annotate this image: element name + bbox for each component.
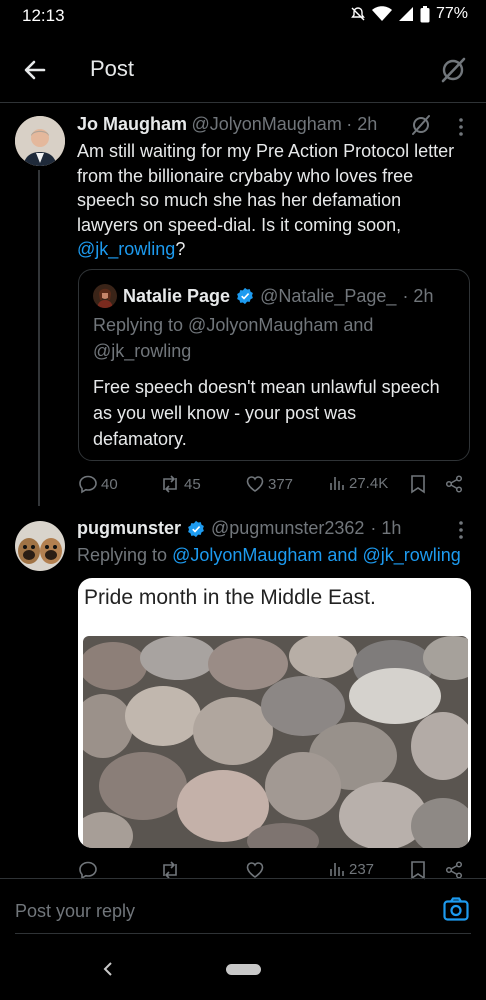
like-button[interactable]: 377 — [245, 474, 293, 494]
battery-icon — [420, 5, 430, 23]
repost-icon — [163, 861, 177, 879]
arrow-left-icon — [24, 60, 46, 80]
repost-button[interactable]: 45 — [159, 474, 201, 494]
tweet-text: Am still waiting for my Pre Action Proto… — [77, 139, 467, 262]
status-bar: 12:13 77% — [0, 0, 486, 32]
page-title: Post — [90, 56, 135, 81]
share-icon — [445, 861, 463, 879]
share-icon — [445, 475, 463, 493]
reply-input[interactable]: Post your reply — [15, 901, 135, 922]
views-button[interactable]: 27.4K — [328, 474, 388, 492]
camera-icon — [443, 897, 469, 921]
bookmark-icon — [411, 475, 425, 494]
replying-to-label: Replying to — [77, 545, 168, 565]
camera-button[interactable] — [442, 895, 470, 923]
thread-line — [38, 170, 40, 506]
quoted-tweet-text: Free speech doesn't mean unlawful speech… — [93, 377, 440, 449]
share-button[interactable] — [444, 474, 464, 494]
share-button[interactable] — [444, 860, 464, 880]
nav-back-icon[interactable] — [100, 958, 116, 980]
reply-input-underline — [15, 933, 471, 934]
grok-button[interactable] — [438, 55, 468, 85]
quoted-author-handle: @Natalie_Page_ — [260, 285, 397, 306]
tweet-text-end: ? — [175, 239, 186, 259]
battery-percent: 77% — [435, 5, 468, 22]
signal-icon — [398, 6, 414, 22]
mention-link[interactable]: @jk_rowling — [77, 239, 175, 259]
reply-replying-to: Replying to @JolyonMaugham and @jk_rowli… — [77, 545, 461, 566]
views-bar-chart-icon — [330, 863, 344, 876]
like-button[interactable] — [245, 860, 265, 880]
more-options-icon[interactable] — [458, 520, 464, 540]
pug-photo — [15, 521, 65, 571]
tweet-header: Jo Maugham @JolyonMaugham · 2h — [77, 114, 377, 135]
rocks-photo — [83, 636, 468, 848]
quoted-author-name: Natalie Page — [123, 285, 231, 306]
tweet-actions: 40 45 377 27.4K — [78, 474, 468, 498]
status-icons: 77% — [350, 5, 468, 23]
bookmark-button[interactable] — [410, 860, 426, 880]
reply-icon — [79, 861, 97, 880]
quoted-replying-to: Replying to @JolyonMaugham and @jk_rowli… — [93, 315, 374, 361]
back-button[interactable] — [20, 54, 52, 86]
reply-composer: Post your reply — [0, 878, 486, 935]
reply-button[interactable]: 40 — [78, 474, 118, 494]
reply-button[interactable] — [78, 860, 98, 880]
reply-tweet-header: pugmunster @pugmunster2362 · 1h — [77, 518, 401, 539]
reply-author-name[interactable]: pugmunster — [77, 518, 181, 539]
tweet-text-body: Am still waiting for my Pre Action Proto… — [77, 141, 455, 235]
reply-tweet-time: · 1h — [370, 518, 402, 538]
quoted-tweet[interactable]: Natalie Page @Natalie_Page_ · 2h Replyin… — [78, 269, 470, 461]
bell-muted-icon — [350, 6, 366, 22]
reply-author-handle[interactable]: @pugmunster2362 — [211, 518, 364, 539]
verified-badge-icon — [237, 287, 253, 305]
avatar-natalie-page — [93, 284, 117, 308]
tweet-time: · 2h — [346, 114, 378, 134]
avatar-jo-maugham[interactable] — [15, 116, 65, 166]
quoted-tweet-header: Natalie Page @Natalie_Page_ · 2h — [93, 284, 433, 308]
wifi-icon — [371, 6, 392, 22]
view-count: 237 — [349, 860, 375, 878]
like-count: 377 — [268, 475, 294, 493]
grok-icon[interactable] — [409, 113, 433, 137]
grok-icon — [441, 57, 466, 83]
repost-button[interactable] — [159, 860, 181, 880]
bookmark-button[interactable] — [410, 474, 426, 494]
view-count: 27.4K — [349, 474, 389, 492]
quoted-tweet-time: · 2h — [402, 285, 434, 306]
home-gesture-pill[interactable] — [226, 964, 261, 975]
replying-to-users[interactable]: @JolyonMaugham and @jk_rowling — [172, 545, 461, 565]
views-button[interactable]: 237 — [328, 860, 374, 878]
author-handle[interactable]: @JolyonMaugham — [191, 114, 341, 134]
heart-icon — [246, 476, 264, 492]
reply-count: 40 — [101, 475, 118, 493]
reply-icon — [79, 475, 97, 494]
verified-badge-icon — [188, 520, 204, 537]
author-name[interactable]: Jo Maugham — [77, 114, 187, 134]
top-app-bar: Post — [0, 40, 486, 103]
more-options-icon[interactable] — [458, 117, 464, 137]
tweet-image[interactable]: Pride month in the Middle East. — [78, 578, 471, 848]
avatar-pugmunster[interactable] — [15, 521, 65, 571]
person-photo — [15, 116, 65, 166]
views-bar-chart-icon — [330, 477, 344, 490]
repost-icon — [163, 475, 177, 493]
heart-icon — [246, 862, 264, 878]
repost-count: 45 — [184, 475, 201, 493]
person-photo — [93, 284, 117, 308]
image-caption: Pride month in the Middle East. — [84, 586, 376, 609]
status-time: 12:13 — [22, 6, 65, 25]
bookmark-icon — [411, 861, 425, 880]
